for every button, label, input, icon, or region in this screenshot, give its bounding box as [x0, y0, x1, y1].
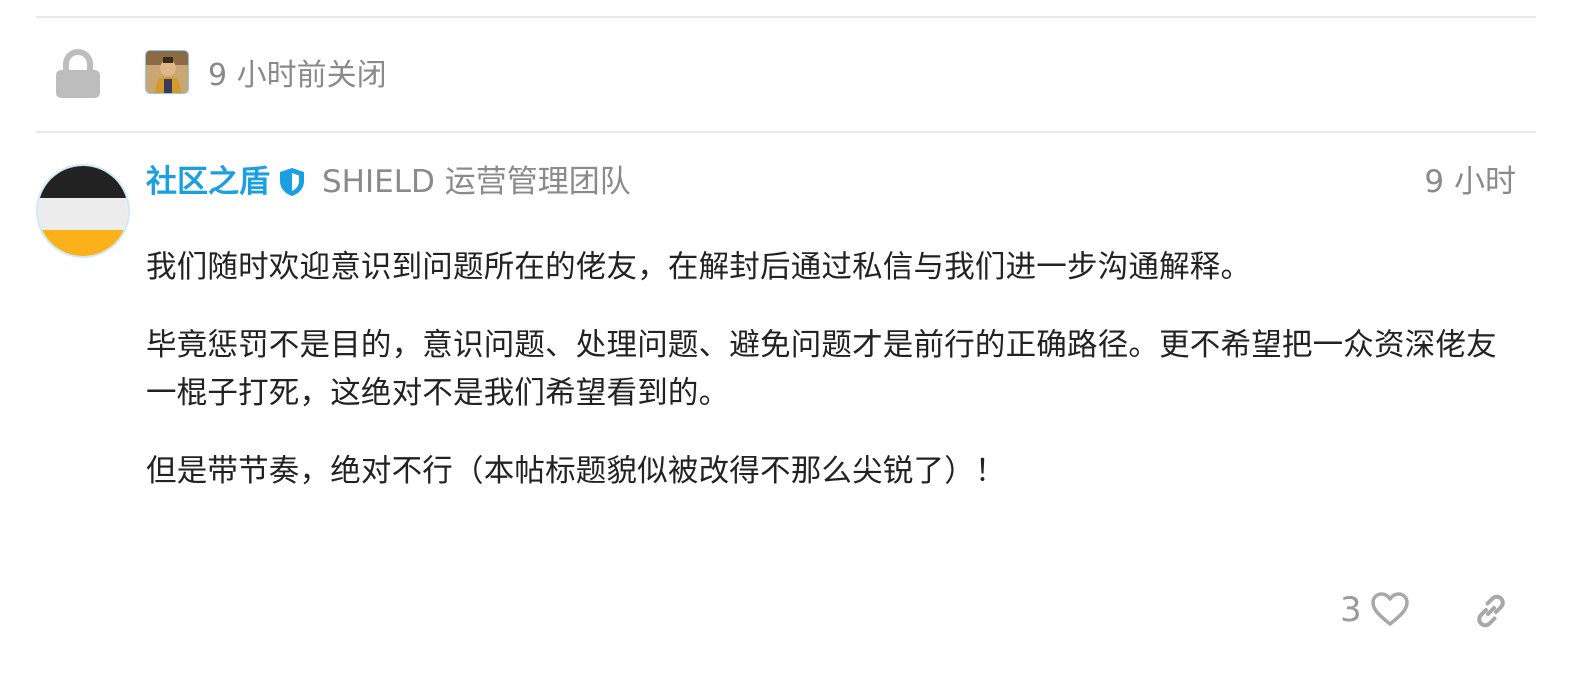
post-date[interactable]: 9 小时	[1424, 160, 1516, 204]
author-group[interactable]: SHIELD 运营管理团队	[322, 160, 631, 204]
shield-icon	[278, 166, 306, 198]
moderator-avatar[interactable]	[145, 50, 189, 94]
topic-page: 9 小时前关闭 社区之盾 SHIELD 运营管理团队 9 小时 我们随时欢迎意识…	[0, 0, 1582, 690]
topic-closed-notice: 9 小时前关闭	[0, 18, 1582, 131]
like-count[interactable]: 3	[1340, 588, 1362, 632]
post-paragraph: 但是带节奏，绝对不行（本帖标题貌似被改得不那么尖锐了）！	[146, 454, 1006, 489]
post-paragraph: 毕竟惩罚不是目的，意识问题、处理问题、避免问题才是前行的正确路径。更不希望把一众…	[146, 328, 1497, 411]
link-icon[interactable]	[1472, 592, 1510, 630]
post-actions: 3	[1340, 586, 1520, 634]
post-paragraph: 我们随时欢迎意识到问题所在的佬友，在解封后通过私信与我们进一步沟通解释。	[146, 250, 1252, 285]
author-avatar[interactable]	[36, 164, 130, 258]
lock-icon	[54, 48, 102, 100]
post-content: 我们随时欢迎意识到问题所在的佬友，在解封后通过私信与我们进一步沟通解释。 毕竟惩…	[146, 244, 1521, 526]
closed-time-text: 9 小时前关闭	[208, 58, 387, 93]
post-meta: 社区之盾 SHIELD 运营管理团队 9 小时	[146, 160, 1516, 204]
heart-icon[interactable]	[1370, 590, 1410, 630]
divider	[36, 131, 1536, 133]
author-name[interactable]: 社区之盾	[146, 160, 270, 204]
